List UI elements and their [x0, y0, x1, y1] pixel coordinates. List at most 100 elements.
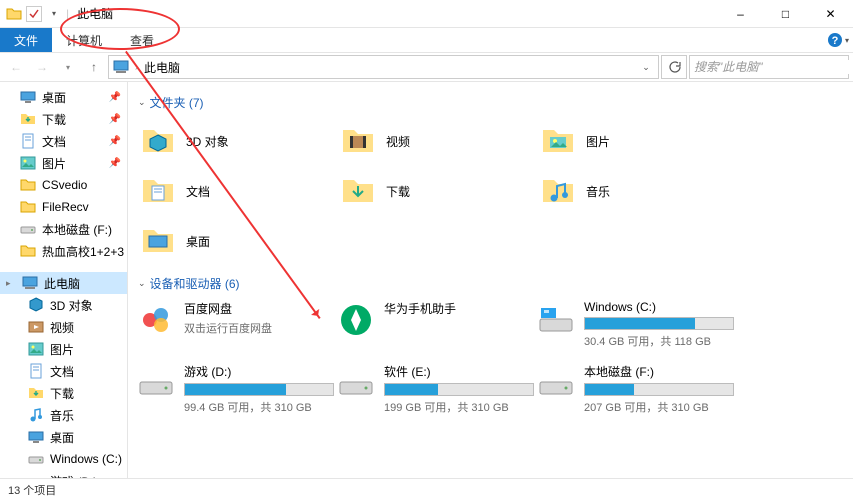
nav-label: 3D 对象 — [50, 297, 93, 314]
storage-bar — [384, 383, 534, 396]
picture-icon — [20, 155, 36, 171]
folder-label: 3D 对象 — [186, 133, 229, 150]
folder-item[interactable]: 文档 — [138, 169, 328, 213]
folder-item[interactable]: 3D 对象 — [138, 119, 328, 163]
nav-label: CSvedio — [42, 178, 87, 192]
drive-title: 本地磁盘 (F:) — [584, 363, 734, 380]
music-icon — [540, 173, 576, 209]
nav-item[interactable]: 音乐 — [0, 404, 127, 426]
nav-item[interactable]: 桌面📌 — [0, 86, 127, 108]
search-input[interactable] — [694, 60, 849, 74]
qat-dropdown-icon[interactable]: ▾ — [46, 6, 62, 22]
nav-item[interactable]: 图片📌 — [0, 152, 127, 174]
drive-item[interactable]: 百度网盘双击运行百度网盘 — [138, 300, 328, 349]
storage-bar — [584, 383, 734, 396]
pin-icon: 📌 — [109, 114, 121, 125]
drive-subtitle: 207 GB 可用，共 310 GB — [584, 399, 734, 415]
storage-bar — [584, 317, 734, 330]
drive-item[interactable]: Windows (C:)30.4 GB 可用，共 118 GB — [538, 300, 728, 349]
nav-item[interactable]: 桌面 — [0, 426, 127, 448]
drive-subtitle: 30.4 GB 可用，共 118 GB — [584, 333, 734, 349]
drives-group-header[interactable]: ⌄ 设备和驱动器 (6) — [138, 275, 843, 292]
tab-view[interactable]: 查看 — [116, 28, 168, 52]
drive-title: 游戏 (D:) — [184, 363, 334, 380]
svg-text:?: ? — [832, 35, 839, 47]
up-button[interactable]: ↑ — [82, 55, 106, 79]
recent-dropdown[interactable]: ▾ — [56, 55, 80, 79]
status-text: 13 个项目 — [8, 482, 56, 498]
nav-item[interactable]: CSvedio — [0, 174, 127, 196]
drive-item[interactable]: 华为手机助手 — [338, 300, 528, 349]
drive-item[interactable]: 本地磁盘 (F:)207 GB 可用，共 310 GB — [538, 363, 728, 415]
back-button[interactable]: ← — [4, 55, 28, 79]
drive-subtitle: 99.4 GB 可用，共 310 GB — [184, 399, 334, 415]
nav-item[interactable]: 游戏 (D:) — [0, 470, 127, 478]
picture-icon — [540, 123, 576, 159]
tab-computer[interactable]: 计算机 — [52, 28, 116, 52]
address-dropdown-icon[interactable]: ⌄ — [638, 62, 654, 73]
3d-icon — [28, 297, 44, 313]
close-button[interactable]: ✕ — [808, 0, 853, 28]
forward-button[interactable]: → — [30, 55, 54, 79]
drive-icon — [28, 451, 44, 467]
document-icon — [140, 173, 176, 209]
nav-item[interactable]: 视频 — [0, 316, 127, 338]
nav-label: 图片 — [42, 155, 66, 172]
nav-item[interactable]: 本地磁盘 (F:) — [0, 218, 127, 240]
folder-item[interactable]: 视频 — [338, 119, 528, 163]
folder-item[interactable]: 下载 — [338, 169, 528, 213]
drive-icon — [338, 365, 374, 401]
nav-item[interactable]: 下载 — [0, 382, 127, 404]
nav-label: 下载 — [42, 111, 66, 128]
document-icon — [20, 133, 36, 149]
music-icon — [28, 407, 44, 423]
drive-subtitle: 双击运行百度网盘 — [184, 320, 328, 336]
search-box[interactable]: 🔍 — [689, 55, 849, 79]
nav-item[interactable]: 3D 对象 — [0, 294, 127, 316]
folder-item[interactable]: 桌面 — [138, 219, 328, 263]
drive-title: 百度网盘 — [184, 300, 328, 317]
folder-label: 视频 — [386, 133, 410, 150]
status-bar: 13 个项目 — [0, 478, 853, 500]
drive-item[interactable]: 游戏 (D:)99.4 GB 可用，共 310 GB — [138, 363, 328, 415]
nav-label: 音乐 — [50, 407, 74, 424]
nav-item[interactable]: 图片 — [0, 338, 127, 360]
drive-icon — [138, 365, 174, 401]
content-pane[interactable]: ⌄ 文件夹 (7) 3D 对象 视频 图片文档 下载 音乐桌面 ⌄ 设备和驱动器 (6)… — [128, 82, 853, 478]
tab-file[interactable]: 文件 — [0, 28, 52, 52]
help-icon[interactable]: ?▾ — [823, 28, 853, 52]
nav-item[interactable]: 下载 📌 — [0, 108, 127, 130]
folder-icon — [20, 243, 36, 259]
folders-group-header[interactable]: ⌄ 文件夹 (7) — [138, 94, 843, 111]
folder-item[interactable]: 音乐 — [538, 169, 728, 213]
drive-title: 华为手机助手 — [384, 300, 528, 317]
folder-label: 文档 — [186, 183, 210, 200]
refresh-button[interactable] — [661, 55, 687, 79]
drive-title: Windows (C:) — [584, 300, 734, 314]
navigation-pane[interactable]: 桌面📌 下载 📌 文档📌图片📌 CSvedio FileRecv 本地磁盘 (F:) 热血高校… — [0, 82, 128, 478]
nav-item[interactable]: Windows (C:) — [0, 448, 127, 470]
drive-item[interactable]: 软件 (E:)199 GB 可用，共 310 GB — [338, 363, 528, 415]
pc-icon — [113, 59, 129, 75]
folder-icon — [20, 199, 36, 215]
folder-label: 桌面 — [186, 233, 210, 250]
folder-icon — [20, 177, 36, 193]
maximize-button[interactable]: □ — [763, 0, 808, 28]
nav-item[interactable]: 文档 — [0, 360, 127, 382]
nav-label: 本地磁盘 (F:) — [42, 221, 112, 238]
drive-title: 软件 (E:) — [384, 363, 534, 380]
nav-item[interactable]: ▸此电脑 — [0, 272, 127, 294]
nav-label: FileRecv — [42, 200, 89, 214]
nav-item[interactable]: 热血高校1+2+3 — [0, 240, 127, 262]
nav-item[interactable]: FileRecv — [0, 196, 127, 218]
address-path: 此电脑 — [144, 59, 632, 76]
nav-item[interactable]: 文档📌 — [0, 130, 127, 152]
minimize-button[interactable]: – — [718, 0, 763, 28]
folder-item[interactable]: 图片 — [538, 119, 728, 163]
qat-check-icon[interactable] — [26, 6, 42, 22]
folder-label: 音乐 — [586, 183, 610, 200]
huawei-icon — [338, 302, 374, 338]
address-bar: ← → ▾ ↑ › 此电脑 ⌄ 🔍 — [0, 52, 853, 82]
address-field[interactable]: › 此电脑 ⌄ — [108, 55, 659, 79]
ribbon-tabs: 文件 计算机 查看 ?▾ — [0, 28, 853, 52]
